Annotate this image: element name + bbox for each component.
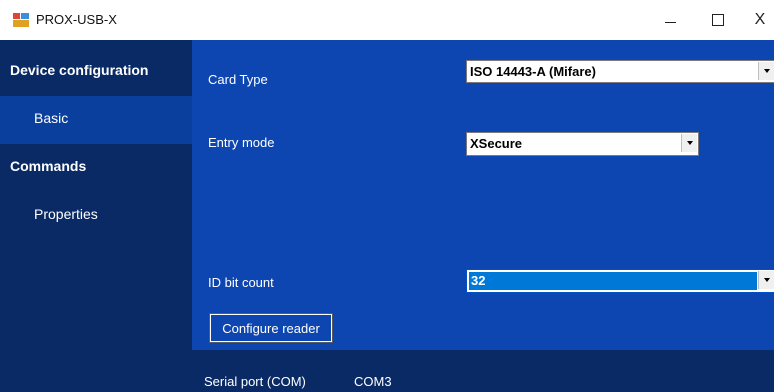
id-bit-count-select[interactable]: 32	[466, 269, 774, 293]
serial-port-value: COM3	[354, 374, 392, 389]
sidebar-item-label: Commands	[10, 158, 87, 174]
close-icon: X	[754, 11, 766, 28]
entry-mode-select[interactable]: XSecure	[466, 132, 699, 156]
id-bit-count-label: ID bit count	[208, 275, 274, 290]
minimize-icon	[664, 21, 676, 23]
app-icon	[13, 13, 29, 27]
serial-port-label: Serial port (COM)	[204, 374, 306, 389]
sidebar-item-basic[interactable]: Basic	[0, 96, 192, 144]
sidebar-item-label: Device configuration	[10, 62, 149, 78]
configure-reader-button[interactable]: Configure reader	[209, 313, 333, 343]
maximize-button[interactable]	[698, 6, 738, 34]
card-type-select[interactable]: ISO 14443-A (Mifare)	[466, 60, 774, 83]
sidebar: Device configuration Basic Commands Prop…	[0, 40, 192, 392]
entry-mode-value: XSecure	[470, 136, 523, 151]
window-title: PROX-USB-X	[36, 12, 117, 27]
chevron-down-icon[interactable]	[758, 62, 774, 80]
id-bit-count-value: 32	[471, 273, 486, 288]
maximize-icon	[712, 14, 724, 26]
sidebar-item-properties[interactable]: Properties	[0, 192, 192, 240]
sidebar-item-label: Properties	[34, 206, 98, 222]
minimize-button[interactable]	[650, 6, 690, 34]
card-type-value: ISO 14443-A (Mifare)	[470, 64, 596, 79]
sidebar-item-device-configuration[interactable]: Device configuration	[0, 48, 192, 96]
sidebar-item-label: Basic	[34, 110, 69, 126]
selection-highlight: 32	[469, 272, 757, 290]
status-bar: Serial port (COM) COM3	[192, 350, 774, 392]
sidebar-item-commands[interactable]: Commands	[0, 144, 192, 192]
chevron-down-icon[interactable]	[758, 271, 774, 289]
title-bar: PROX-USB-X X	[0, 0, 774, 40]
close-button[interactable]: X	[740, 6, 774, 34]
main-panel: Card Type ISO 14443-A (Mifare) Entry mod…	[192, 40, 774, 350]
card-type-label: Card Type	[208, 72, 268, 87]
chevron-down-icon[interactable]	[681, 134, 697, 152]
entry-mode-label: Entry mode	[208, 135, 275, 150]
